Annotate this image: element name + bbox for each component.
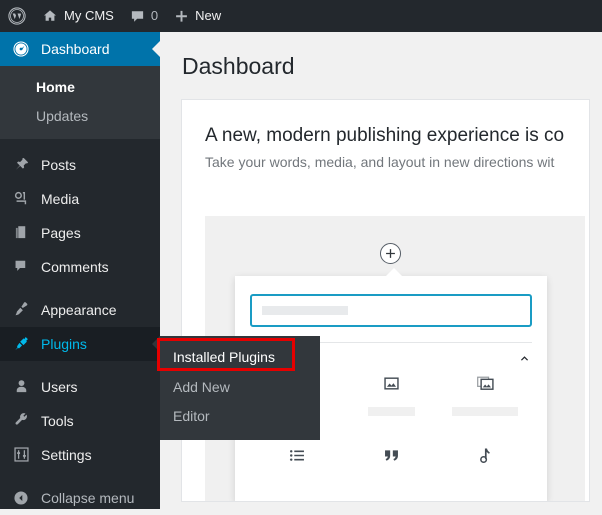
submenu-item-home[interactable]: Home xyxy=(0,73,160,102)
block-item-image[interactable] xyxy=(344,372,438,416)
sidebar-item-appearance[interactable]: Appearance xyxy=(0,293,160,327)
block-item-audio[interactable] xyxy=(438,444,532,488)
comments-button[interactable]: 0 xyxy=(122,0,166,32)
sidebar-item-comments[interactable]: Comments xyxy=(0,250,160,284)
dashboard-icon xyxy=(10,39,32,59)
sidebar-item-label: Pages xyxy=(41,226,81,240)
site-name-button[interactable]: My CMS xyxy=(34,0,122,32)
welcome-panel: A new, modern publishing experience is c… xyxy=(181,99,590,502)
collapse-menu-button[interactable]: Collapse menu xyxy=(0,481,160,515)
comments-count: 0 xyxy=(151,0,158,32)
sidebar-item-label: Settings xyxy=(41,448,92,462)
sidebar-item-tools[interactable]: Tools xyxy=(0,404,160,438)
dashboard-submenu: Home Updates xyxy=(0,66,160,139)
submenu-item-plugin-editor[interactable]: Editor xyxy=(160,402,320,432)
sidebar-item-dashboard[interactable]: Dashboard xyxy=(0,32,160,66)
search-placeholder-bar xyxy=(262,306,348,315)
image-icon xyxy=(382,372,401,396)
block-item-list[interactable] xyxy=(250,444,344,488)
admin-bar: My CMS 0 New xyxy=(0,0,602,32)
collapse-menu-label: Collapse menu xyxy=(41,491,134,505)
sidebar-item-label: Media xyxy=(41,192,79,206)
sidebar-item-pages[interactable]: Pages xyxy=(0,216,160,250)
media-icon xyxy=(10,189,32,209)
chevron-left-circle-icon xyxy=(10,488,32,508)
wordpress-logo-icon xyxy=(8,7,26,25)
audio-icon xyxy=(476,444,495,468)
comment-bubble-icon xyxy=(130,9,145,24)
sidebar-item-label: Dashboard xyxy=(41,42,110,56)
sidebar-item-plugins[interactable]: Plugins xyxy=(0,327,160,361)
admin-sidebar: Dashboard Home Updates Posts Media xyxy=(0,32,160,509)
block-item-quote[interactable] xyxy=(344,444,438,488)
sidebar-item-label: Plugins xyxy=(41,337,87,351)
hovered-menu-arrow xyxy=(152,336,160,352)
site-name-label: My CMS xyxy=(64,0,114,32)
page-title: Dashboard xyxy=(160,32,602,90)
menu-separator xyxy=(0,472,160,481)
new-content-label: New xyxy=(195,0,221,32)
gallery-icon xyxy=(476,372,495,396)
home-icon xyxy=(42,8,58,24)
block-label-bar xyxy=(452,407,518,416)
sidebar-item-label: Posts xyxy=(41,158,76,172)
plus-icon xyxy=(174,9,189,24)
sidebar-item-users[interactable]: Users xyxy=(0,370,160,404)
pages-icon xyxy=(10,223,32,243)
wordpress-logo-button[interactable] xyxy=(0,0,34,32)
menu-separator xyxy=(0,284,160,293)
user-icon xyxy=(10,377,32,397)
submenu-item-updates[interactable]: Updates xyxy=(0,102,160,131)
popup-caret xyxy=(385,268,403,277)
comment-bubble-icon xyxy=(10,257,32,277)
block-search-input[interactable] xyxy=(250,294,532,327)
submenu-item-add-new-plugin[interactable]: Add New xyxy=(160,373,320,403)
block-item-gallery[interactable] xyxy=(438,372,532,416)
menu-separator xyxy=(0,361,160,370)
plus-circle-icon xyxy=(380,243,401,264)
sidebar-item-label: Comments xyxy=(41,260,109,274)
sidebar-item-label: Users xyxy=(41,380,78,394)
menu-separator xyxy=(0,139,160,148)
submenu-item-installed-plugins[interactable]: Installed Plugins xyxy=(160,343,320,373)
sidebar-item-label: Appearance xyxy=(41,303,117,317)
chevron-up-icon[interactable] xyxy=(518,352,531,365)
welcome-heading: A new, modern publishing experience is c… xyxy=(205,123,589,150)
sidebar-item-label: Tools xyxy=(41,414,74,428)
plugins-submenu-flyout: Installed Plugins Add New Editor xyxy=(160,336,320,440)
wrench-icon xyxy=(10,411,32,431)
sidebar-item-media[interactable]: Media xyxy=(0,182,160,216)
new-content-button[interactable]: New xyxy=(166,0,229,32)
pin-icon xyxy=(10,155,32,175)
block-label-bar xyxy=(368,407,415,416)
sidebar-item-settings[interactable]: Settings xyxy=(0,438,160,472)
plug-icon xyxy=(10,334,32,354)
paintbrush-icon xyxy=(10,300,32,320)
sliders-icon xyxy=(10,445,32,465)
sidebar-item-posts[interactable]: Posts xyxy=(0,148,160,182)
current-menu-arrow xyxy=(152,41,160,57)
welcome-subheading: Take your words, media, and layout in ne… xyxy=(205,152,589,173)
quote-icon xyxy=(382,444,401,468)
list-icon xyxy=(288,444,307,468)
